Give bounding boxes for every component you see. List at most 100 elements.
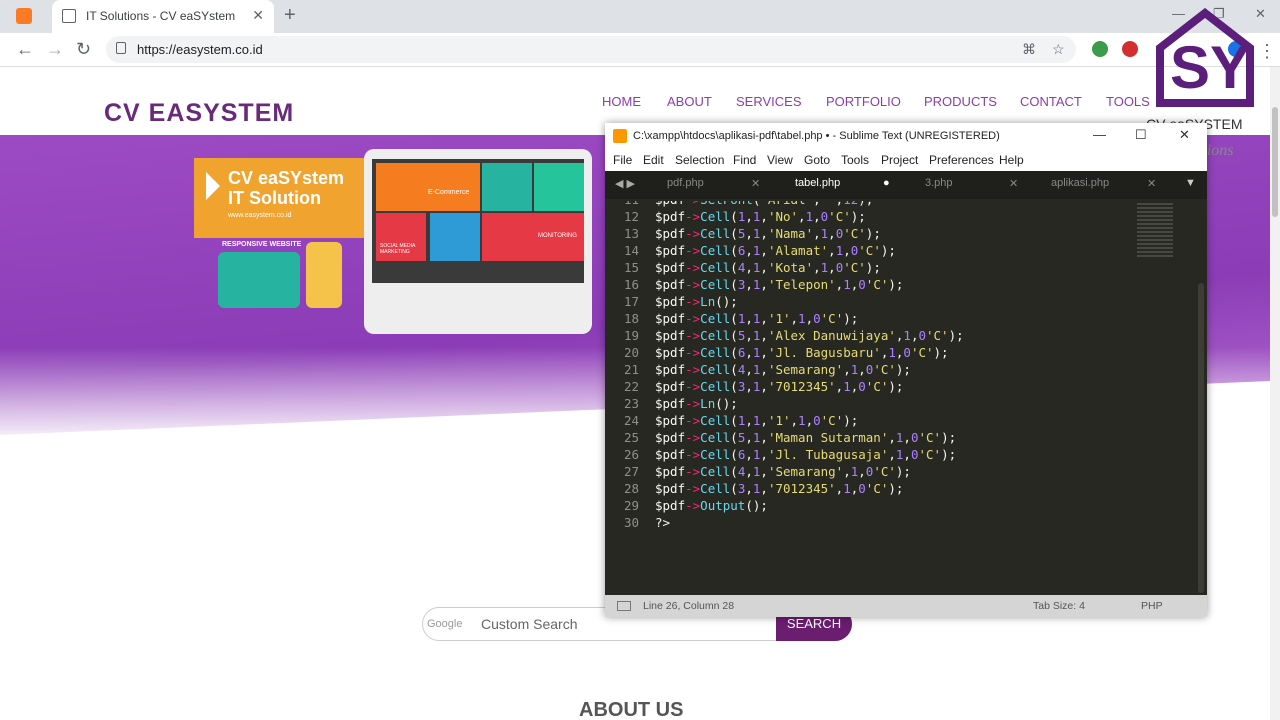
banner-url: www.easystem.co.id <box>228 212 292 219</box>
url-text[interactable]: https://easystem.co.id <box>137 42 263 57</box>
social-tile: SOCIAL MEDIA MARKETING <box>376 213 426 261</box>
line-number: 25 <box>623 430 639 445</box>
code-text[interactable]: $pdf->Cell(5,1,'Alex Danuwijaya',1,0'C')… <box>655 328 964 343</box>
sublime-titlebar: C:\xampp\htdocs\aplikasi-pdf\tabel.php •… <box>605 123 1207 149</box>
editor-scrollbar[interactable] <box>1198 283 1204 593</box>
menu-selection[interactable]: Selection <box>675 153 724 167</box>
menu-preferences[interactable]: Preferences <box>929 153 994 167</box>
code-text[interactable]: $pdf->Cell(3,1,'7012345',1,0'C'); <box>655 379 903 394</box>
menu-edit[interactable]: Edit <box>643 153 664 167</box>
code-text[interactable]: $pdf->Cell(3,1,'7012345',1,0'C'); <box>655 481 903 496</box>
line-number: 23 <box>623 396 639 411</box>
nav-contact[interactable]: CONTACT <box>1020 94 1082 109</box>
tab-pdf[interactable]: pdf.php ✕ <box>667 177 760 199</box>
translate-icon[interactable]: ⌘ <box>1022 41 1036 58</box>
line-number: 28 <box>623 481 639 496</box>
address-bar[interactable]: https://easystem.co.id ⌘ ☆ <box>106 36 1076 63</box>
tools-tile <box>482 163 532 211</box>
sublime-maximize-icon[interactable]: ☐ <box>1135 127 1147 143</box>
tab-3[interactable]: 3.php ✕ <box>925 177 1018 199</box>
code-text[interactable]: $pdf->Cell(1,1,'1',1,0'C'); <box>655 413 858 428</box>
menu-goto[interactable]: Goto <box>804 153 830 167</box>
sublime-tabbar: ◀ ▶ pdf.php ✕ tabel.php ● 3.php ✕ aplikasi.… <box>605 171 1207 199</box>
code-text[interactable]: $pdf->Cell(6,1,'Jl. Tubagusaja',1,0'C'); <box>655 447 956 462</box>
cloud-tile <box>430 213 480 261</box>
line-number: 27 <box>623 464 639 479</box>
code-editor[interactable]: 11 $pdf->SetFont('Arial','',12); 12 $pdf->C… <box>605 201 1197 593</box>
tab-dropdown-icon[interactable]: ▼ <box>1185 177 1196 199</box>
page-scrollbar[interactable] <box>1270 67 1280 720</box>
scroll-thumb[interactable] <box>1272 107 1278 217</box>
code-text[interactable]: ?> <box>655 515 670 530</box>
line-number: 30 <box>623 515 639 530</box>
code-text[interactable]: $pdf->Cell(1,1,'1',1,0'C'); <box>655 311 858 326</box>
forward-icon[interactable]: → <box>46 39 64 60</box>
browser-tab-bar: IT Solutions - CV eaSYstem ✕ + — ❐ ✕ <box>0 0 1280 33</box>
status-tab-size[interactable]: Tab Size: 4 <box>1033 600 1085 612</box>
sublime-close-icon[interactable]: ✕ <box>1179 127 1190 143</box>
code-text[interactable]: $pdf->Cell(6,1,'Jl. Bagusbaru',1,0'C'); <box>655 345 949 360</box>
code-text[interactable]: $pdf->Cell(5,1,'Maman Sutarman',1,0'C'); <box>655 430 956 445</box>
laptop-image: E-Commerce SOCIAL MEDIA MARKETING MONITO… <box>364 149 592 334</box>
menu-view[interactable]: View <box>767 153 793 167</box>
sublime-statusbar: Line 26, Column 28 Tab Size: 4 PHP <box>605 595 1207 617</box>
panel-toggle-icon[interactable] <box>617 601 631 611</box>
code-text[interactable]: $pdf->Cell(3,1,'Telepon',1,0'C'); <box>655 277 903 292</box>
tab-aplikasi[interactable]: aplikasi.php ✕ <box>1051 177 1156 199</box>
adblock-icon[interactable] <box>1122 41 1138 57</box>
menu-project[interactable]: Project <box>881 153 918 167</box>
banner-line2: IT Solution <box>228 188 321 208</box>
menu-help[interactable]: Help <box>999 153 1024 167</box>
about-heading: ABOUT US <box>579 699 684 720</box>
sublime-menubar: File Edit Selection Find View Goto Tools… <box>605 149 1207 171</box>
code-text[interactable]: $pdf->SetFont('Arial','',12); <box>655 201 873 207</box>
reload-icon[interactable]: ↻ <box>76 39 91 60</box>
code-text[interactable]: $pdf->Ln(); <box>655 294 738 309</box>
phone-image <box>306 242 342 308</box>
code-text[interactable]: $pdf->Cell(6,1,'Alamat',1,0'C'); <box>655 243 896 258</box>
site-logo[interactable]: CV EASYSTEM <box>104 99 294 128</box>
browser-tab[interactable]: IT Solutions - CV eaSYstem ✕ <box>52 0 274 33</box>
page-icon <box>62 9 76 23</box>
line-number: 11 <box>605 201 639 207</box>
back-icon[interactable]: ← <box>16 39 34 60</box>
code-text[interactable]: $pdf->Cell(4,1,'Semarang',1,0'C'); <box>655 464 911 479</box>
minimap[interactable] <box>1137 203 1173 259</box>
bookmark-star-icon[interactable]: ☆ <box>1052 41 1065 58</box>
menu-tools[interactable]: Tools <box>841 153 869 167</box>
menu-dots-icon[interactable]: ⋮ <box>1258 41 1276 62</box>
sublime-minimize-icon[interactable]: — <box>1093 127 1106 142</box>
tablet-image <box>218 252 300 308</box>
tab-tabel[interactable]: tabel.php ● <box>795 177 890 199</box>
code-text[interactable]: $pdf->Cell(1,1,'No',1,0'C'); <box>655 209 866 224</box>
line-number: 18 <box>623 311 639 326</box>
sublime-title: C:\xampp\htdocs\aplikasi-pdf\tabel.php •… <box>633 130 1000 142</box>
code-text[interactable]: $pdf->Cell(5,1,'Nama',1,0'C'); <box>655 226 881 241</box>
line-number: 21 <box>623 362 639 377</box>
search-input[interactable]: Custom Search <box>481 616 577 632</box>
nav-portfolio[interactable]: PORTFOLIO <box>826 94 901 109</box>
nav-about[interactable]: ABOUT <box>667 94 712 109</box>
code-text[interactable]: $pdf->Output(); <box>655 498 768 513</box>
nav-products[interactable]: PRODUCTS <box>924 94 997 109</box>
extension-icon[interactable] <box>1092 41 1108 57</box>
lock-icon <box>116 42 126 54</box>
nav-services[interactable]: SERVICES <box>736 94 802 109</box>
line-number: 17 <box>623 294 639 309</box>
xampp-icon[interactable] <box>16 8 32 24</box>
status-syntax[interactable]: PHP <box>1141 600 1163 612</box>
code-text[interactable]: $pdf->Cell(4,1,'Semarang',1,0'C'); <box>655 362 911 377</box>
tab-close-icon[interactable]: ✕ <box>252 7 264 24</box>
sublime-icon <box>613 129 627 143</box>
code-text[interactable]: $pdf->Ln(); <box>655 396 738 411</box>
nav-home[interactable]: HOME <box>602 94 641 109</box>
new-tab-button[interactable]: + <box>284 4 296 27</box>
tab-nav-arrows-icon[interactable]: ◀ ▶ <box>615 177 635 199</box>
google-label: Google <box>427 618 463 630</box>
tab-title: IT Solutions - CV eaSYstem <box>86 9 236 23</box>
code-text[interactable]: $pdf->Cell(4,1,'Kota',1,0'C'); <box>655 260 881 275</box>
banner-line1: CV eaSYstem <box>228 168 345 188</box>
menu-file[interactable]: File <box>613 153 632 167</box>
menu-find[interactable]: Find <box>733 153 756 167</box>
responsive-label: RESPONSIVE WEBSITE <box>222 241 302 248</box>
